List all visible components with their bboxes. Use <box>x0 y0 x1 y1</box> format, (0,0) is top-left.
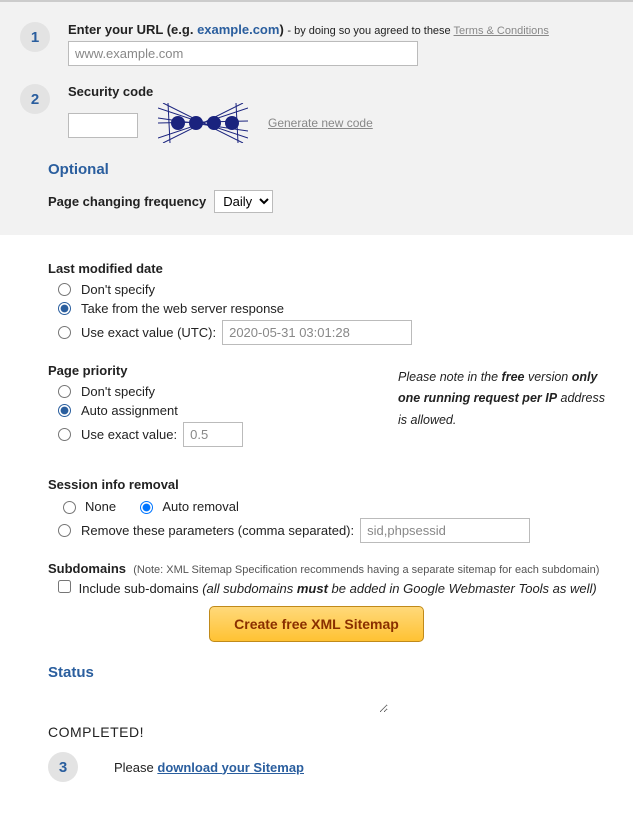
free-version-note: Please note in the free version only one… <box>398 367 613 431</box>
security-code-input[interactable] <box>68 113 138 138</box>
last-modified-title: Last modified date <box>48 261 613 276</box>
step-2: 2 Security code <box>20 84 613 143</box>
step-1-badge: 1 <box>20 22 50 52</box>
session-radio-auto[interactable] <box>140 501 153 514</box>
download-sitemap-link[interactable]: download your Sitemap <box>157 760 304 775</box>
step-2-badge: 2 <box>20 84 50 114</box>
session-opt2: Auto removal <box>162 499 239 514</box>
captcha-image <box>158 103 248 143</box>
generate-code-link[interactable]: Generate new code <box>268 116 373 130</box>
subdomains-title: Subdomains <box>48 561 126 576</box>
optional-heading: Optional <box>48 161 613 178</box>
step3-prefix: Please <box>114 760 157 775</box>
priority-opt3: Use exact value: <box>81 427 177 442</box>
frequency-row: Page changing frequency Daily <box>48 190 613 213</box>
subdomains-note: (Note: XML Sitemap Specification recomme… <box>133 564 599 576</box>
lastmod-opt3: Use exact value (UTC): <box>81 325 216 340</box>
session-radio-params[interactable] <box>58 524 71 537</box>
frequency-select[interactable]: Daily <box>214 190 273 213</box>
lastmod-radio-server[interactable] <box>58 302 71 315</box>
lastmod-date-input[interactable] <box>222 320 412 345</box>
priority-value-input[interactable] <box>183 422 243 447</box>
session-group: Session info removal None Auto removal R… <box>48 477 613 543</box>
priority-radio-none[interactable] <box>58 385 71 398</box>
lastmod-radio-none[interactable] <box>58 283 71 296</box>
session-opt1: None <box>85 499 116 514</box>
step-1-label: Enter your URL (e.g. example.com) - by d… <box>68 22 613 37</box>
priority-opt2: Auto assignment <box>81 403 178 418</box>
security-label: Security code <box>68 84 613 99</box>
lastmod-opt1: Don't specify <box>81 282 155 297</box>
create-sitemap-button[interactable]: Create free XML Sitemap <box>209 606 424 642</box>
url-input[interactable] <box>68 41 418 66</box>
include-subdomains-label: Include sub-domains <box>79 581 203 596</box>
lastmod-radio-exact[interactable] <box>58 326 71 339</box>
step-3-badge: 3 <box>48 752 78 782</box>
step-1: 1 Enter your URL (e.g. example.com) - by… <box>20 22 613 66</box>
session-params-input[interactable] <box>360 518 530 543</box>
session-opt3: Remove these parameters (comma separated… <box>81 523 354 538</box>
frequency-label: Page changing frequency <box>48 194 206 209</box>
subdomains-group: Subdomains (Note: XML Sitemap Specificat… <box>48 561 613 596</box>
session-title: Session info removal <box>48 477 613 492</box>
step-3: 3 Please download your Sitemap <box>48 752 613 782</box>
lastmod-opt2: Take from the web server response <box>81 301 284 316</box>
status-completed: COMPLETED! <box>48 724 613 740</box>
priority-radio-exact[interactable] <box>58 428 71 441</box>
last-modified-group: Last modified date Don't specify Take fr… <box>48 261 613 345</box>
session-radio-none[interactable] <box>63 501 76 514</box>
status-textarea[interactable] <box>48 691 388 713</box>
priority-radio-auto[interactable] <box>58 404 71 417</box>
priority-opt1: Don't specify <box>81 384 155 399</box>
include-subdomains-checkbox[interactable] <box>58 580 71 593</box>
status-heading: Status <box>48 664 613 681</box>
example-link[interactable]: example.com <box>197 22 279 37</box>
terms-link[interactable]: Terms & Conditions <box>454 25 549 37</box>
